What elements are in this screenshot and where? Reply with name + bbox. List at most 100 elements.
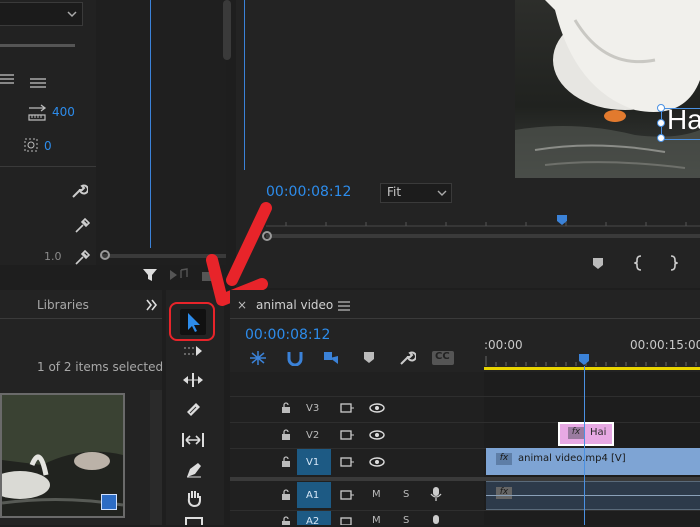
eyedropper-icon[interactable] — [74, 248, 90, 266]
track-select-tool-icon[interactable] — [182, 343, 204, 359]
play-audio-icon[interactable] — [168, 267, 190, 283]
ripple-edit-tool-icon[interactable] — [182, 371, 204, 389]
video-clip[interactable]: fx animal video.mp4 [V] — [486, 448, 700, 475]
work-area-bar[interactable] — [484, 367, 700, 370]
zoom-select[interactable]: Fit — [380, 183, 452, 203]
anchor-icon — [22, 136, 40, 154]
fx-badge: fx — [568, 427, 584, 439]
fx-badge: fx — [496, 487, 512, 499]
mute-button-a2[interactable]: M — [372, 515, 381, 526]
program-playhead[interactable] — [556, 214, 568, 226]
duck-image — [515, 0, 700, 178]
project-thumbnail[interactable] — [0, 393, 125, 518]
program-timecode[interactable]: 00:00:08:12 — [266, 184, 351, 200]
track-label-a1[interactable]: A1 — [306, 490, 319, 501]
timeline-playhead[interactable] — [578, 353, 590, 367]
double-chevron-icon[interactable] — [146, 299, 158, 311]
toggle-sync-icon[interactable] — [340, 429, 354, 441]
linked-selection-icon[interactable] — [322, 350, 340, 366]
toggle-sync-icon[interactable] — [340, 489, 354, 501]
track-label-v3[interactable]: V3 — [306, 403, 319, 414]
mark-in-icon[interactable] — [634, 255, 644, 271]
hand-tool-icon[interactable] — [184, 488, 204, 508]
type-tool-icon[interactable] — [184, 516, 204, 525]
opacity-value[interactable]: 1.0 — [44, 250, 62, 263]
transform-handle[interactable] — [657, 104, 665, 112]
filter-icon[interactable] — [142, 267, 158, 283]
razor-tool-icon[interactable] — [184, 400, 202, 420]
tab-libraries[interactable]: Libraries — [37, 298, 89, 312]
track-row-v2 — [230, 422, 700, 448]
slip-tool-icon[interactable] — [181, 431, 205, 449]
hamburger-icon[interactable] — [30, 76, 46, 90]
selection-status: 1 of 2 items selected — [37, 360, 164, 374]
add-marker-icon[interactable] — [592, 257, 604, 271]
wrench-icon[interactable] — [70, 182, 88, 200]
eye-icon[interactable] — [369, 429, 385, 441]
timeline-timecode[interactable]: 00:00:08:12 — [245, 327, 330, 343]
pen-tool-icon[interactable] — [184, 460, 204, 480]
transform-handle[interactable] — [657, 119, 665, 127]
track-label-a2[interactable]: A2 — [306, 516, 319, 527]
transform-handle[interactable] — [657, 134, 665, 142]
track-row-v3 — [230, 396, 700, 422]
project-scrollbar[interactable] — [150, 390, 162, 525]
snap-icon[interactable] — [286, 350, 304, 366]
nest-icon[interactable] — [249, 350, 267, 366]
title-clip-label: Hai — [590, 427, 607, 438]
monitor-left-border — [244, 0, 245, 170]
hamburger-icon[interactable] — [338, 300, 350, 312]
chevron-down-icon[interactable] — [62, 4, 82, 24]
divider — [0, 166, 96, 167]
add-marker-icon[interactable] — [363, 351, 375, 365]
divider — [0, 44, 75, 47]
track-label-v1[interactable]: V1 — [306, 457, 319, 468]
video-frame: Hai — [515, 0, 700, 178]
timeline-ruler[interactable] — [484, 352, 700, 366]
title-clip[interactable]: fx Hai — [558, 422, 614, 446]
selection-arrow-icon — [188, 313, 200, 332]
timeline-ruler-start: :00:00 — [484, 338, 523, 352]
fx-badge: fx — [496, 453, 512, 465]
track-label-v2[interactable]: V2 — [306, 430, 319, 441]
eye-icon[interactable] — [369, 402, 385, 414]
program-time-ruler[interactable] — [266, 212, 700, 228]
zoom-handle[interactable] — [100, 250, 110, 260]
lock-icon[interactable] — [280, 429, 292, 441]
rotation-value[interactable]: 0 — [44, 139, 52, 153]
microphone-icon[interactable] — [430, 514, 442, 525]
eye-icon[interactable] — [369, 456, 385, 468]
lock-icon[interactable] — [280, 489, 292, 501]
microphone-icon[interactable] — [430, 486, 442, 502]
scale-width-value[interactable]: 400 — [52, 105, 75, 119]
scale-width-icon — [27, 104, 47, 122]
hamburger-icon[interactable] — [0, 72, 14, 86]
close-tab-icon[interactable]: × — [237, 298, 247, 312]
wrench-icon[interactable] — [398, 349, 416, 367]
audio-clip[interactable]: fx — [486, 481, 700, 510]
program-zoom-bar[interactable] — [266, 234, 700, 238]
eyedropper-icon[interactable] — [74, 216, 90, 234]
mute-button-a1[interactable]: M — [372, 489, 381, 500]
sequence-tab[interactable]: animal video — [256, 298, 333, 312]
toggle-sync-icon[interactable] — [340, 456, 354, 468]
effect-panel-scrollbar[interactable] — [223, 0, 231, 60]
lock-icon[interactable] — [280, 402, 292, 414]
solo-button-a1[interactable]: S — [403, 489, 409, 500]
captions-label: CC — [435, 351, 450, 362]
sequence-badge-icon — [101, 494, 117, 510]
timeline-playhead-line — [584, 366, 585, 525]
mark-out-icon[interactable] — [668, 255, 678, 271]
lock-icon[interactable] — [280, 516, 292, 525]
toggle-sync-icon[interactable] — [340, 402, 354, 414]
video-clip-label: animal video.mp4 [V] — [518, 453, 626, 464]
captions-icon[interactable]: CC — [432, 351, 454, 365]
timeline-ruler-mark: 00:00:15:00 — [630, 338, 700, 352]
overlay-text[interactable]: Hai — [667, 104, 700, 136]
toggle-sync-icon[interactable] — [340, 516, 354, 525]
lock-icon[interactable] — [280, 456, 292, 468]
timeline-tab-underline — [230, 318, 700, 319]
zoom-select-value: Fit — [387, 185, 402, 199]
selection-tool-button[interactable] — [180, 309, 206, 335]
solo-button-a2[interactable]: S — [403, 515, 409, 526]
